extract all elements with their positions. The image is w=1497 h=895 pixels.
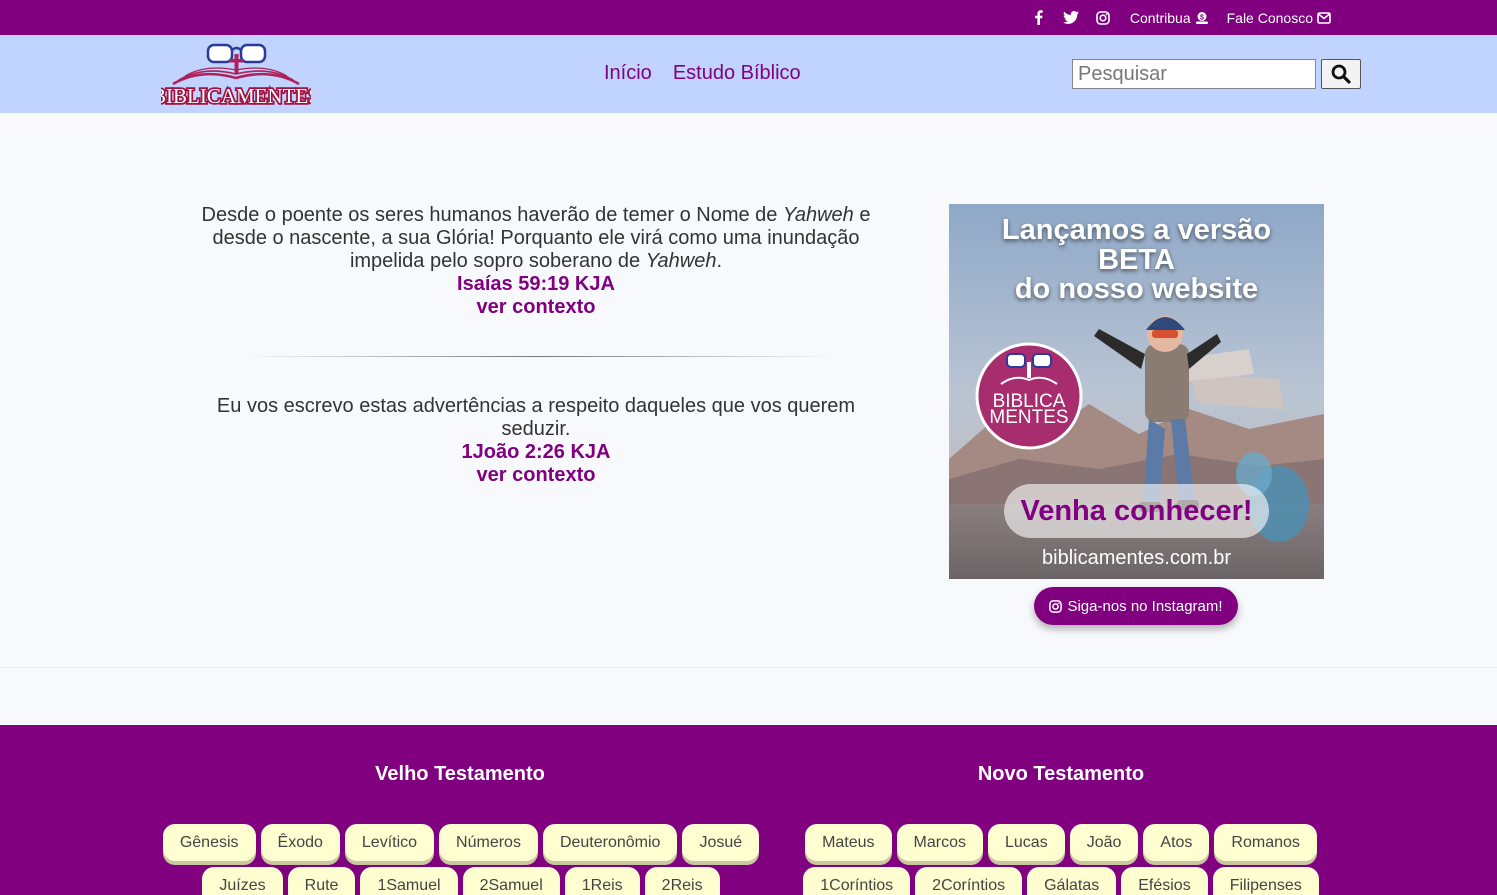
book-button-atos[interactable]: Atos [1143, 824, 1210, 861]
book-button-exodo[interactable]: Êxodo [260, 824, 340, 861]
book-button-joao[interactable]: João [1069, 824, 1139, 861]
facebook-icon[interactable] [1030, 9, 1048, 27]
contribute-label: Contribua [1129, 9, 1191, 26]
book-button-galatas[interactable]: Gálatas [1027, 867, 1117, 895]
book-button-2corintios[interactable]: 2Coríntios [915, 867, 1023, 895]
old-testament-title: Velho Testamento [375, 763, 545, 785]
svg-text:$: $ [1200, 14, 1204, 21]
contact-link[interactable]: Fale Conosco [1227, 10, 1331, 26]
book-button-deuteronomio[interactable]: Deuteronômio [542, 824, 678, 861]
verse-reference[interactable]: Isaías 59:19 KJA [200, 273, 872, 296]
twitter-icon[interactable] [1062, 9, 1080, 27]
old-testament-books: Gênesis Êxodo Levítico Números Deuteronô… [160, 824, 762, 895]
nav-item-inicio[interactable]: Início [604, 62, 652, 85]
book-button-1corintios[interactable]: 1Coríntios [803, 867, 911, 895]
search-icon [1331, 64, 1351, 84]
banner-headline-line1: Lançamos a versão [1001, 214, 1272, 246]
verse-text-emphasis: Yahweh [645, 250, 717, 272]
instagram-icon [1049, 599, 1063, 613]
book-button-1reis[interactable]: 1Reis [564, 867, 640, 895]
book-button-juizes[interactable]: Juízes [202, 867, 283, 895]
instagram-follow-label: Siga-nos no Instagram! [1067, 597, 1223, 615]
donate-icon: $ [1195, 11, 1208, 24]
main-nav: Início Estudo Bíblico [604, 62, 801, 85]
verse-card: Desde o poente os seres humanos haverão … [200, 204, 872, 319]
see-context-link[interactable]: ver contexto [200, 464, 872, 487]
book-button-lucas[interactable]: Lucas [988, 824, 1065, 861]
search-button[interactable] [1321, 59, 1361, 89]
section-separator [0, 667, 1497, 668]
banner-logo-text: BIBLICA MENTES [979, 392, 1079, 428]
search-input[interactable] [1072, 59, 1316, 89]
divider [240, 356, 835, 357]
verse-card: Eu vos escrevo estas advertências a resp… [200, 395, 872, 487]
banner-headline-line3: do nosso website [1014, 273, 1259, 305]
instagram-follow-button[interactable]: Siga-nos no Instagram! [1034, 587, 1238, 625]
envelope-icon [1317, 11, 1331, 24]
top-bar-links: Contribua $ Fale Conosco [1030, 0, 1331, 35]
new-testament-title: Novo Testamento [977, 763, 1145, 785]
book-button-1samuel[interactable]: 1Samuel [360, 867, 458, 895]
book-button-filipenses[interactable]: Filipenses [1212, 867, 1319, 895]
book-button-efesios[interactable]: Efésios [1121, 867, 1208, 895]
site-header: BIBLICAMENTES Início Estudo Bíblico [0, 35, 1497, 113]
book-button-mateus[interactable]: Mateus [805, 824, 892, 861]
verse-text: Desde o poente os seres humanos haverão … [200, 204, 872, 273]
book-button-numeros[interactable]: Números [439, 824, 538, 861]
book-button-genesis[interactable]: Gênesis [162, 824, 256, 861]
new-testament-books: Mateus Marcos Lucas João Atos Romanos 1C… [800, 824, 1322, 895]
verse-text-part: Desde o poente os seres humanos haverão … [201, 204, 783, 226]
banner-cta: Venha conhecer! [1004, 484, 1269, 538]
logo-text: BIBLICAMENTES [161, 84, 311, 106]
top-bar: Contribua $ Fale Conosco [0, 0, 1497, 35]
book-button-rute[interactable]: Rute [287, 867, 356, 895]
book-button-josue[interactable]: Josué [682, 824, 760, 861]
book-button-2reis[interactable]: 2Reis [644, 867, 720, 895]
beta-banner[interactable]: BIBLICA MENTES Lançamos a versão BETA do… [949, 204, 1324, 579]
banner-logo-line: MENTES [989, 407, 1069, 428]
book-button-romanos[interactable]: Romanos [1214, 824, 1317, 861]
book-button-levitico[interactable]: Levítico [344, 824, 435, 861]
verse-reference[interactable]: 1João 2:26 KJA [200, 441, 872, 464]
book-button-marcos[interactable]: Marcos [896, 824, 983, 861]
banner-headline-line2: BETA [1098, 244, 1175, 276]
verse-text: Eu vos escrevo estas advertências a resp… [216, 395, 856, 440]
nav-item-estudo-biblico[interactable]: Estudo Bíblico [673, 62, 801, 85]
books-footer: Velho Testamento Novo Testamento Gênesis… [0, 725, 1497, 895]
verse-text-part: . [716, 250, 723, 272]
contact-label: Fale Conosco [1226, 9, 1313, 26]
contribute-link[interactable]: Contribua $ [1130, 10, 1209, 26]
site-logo[interactable]: BIBLICAMENTES [150, 42, 322, 110]
book-button-2samuel[interactable]: 2Samuel [462, 867, 560, 895]
instagram-icon[interactable] [1094, 9, 1112, 27]
banner-url: biblicamentes.com.br [1042, 547, 1231, 569]
see-context-link[interactable]: ver contexto [200, 296, 872, 319]
verse-text-emphasis: Yahweh [782, 204, 854, 226]
